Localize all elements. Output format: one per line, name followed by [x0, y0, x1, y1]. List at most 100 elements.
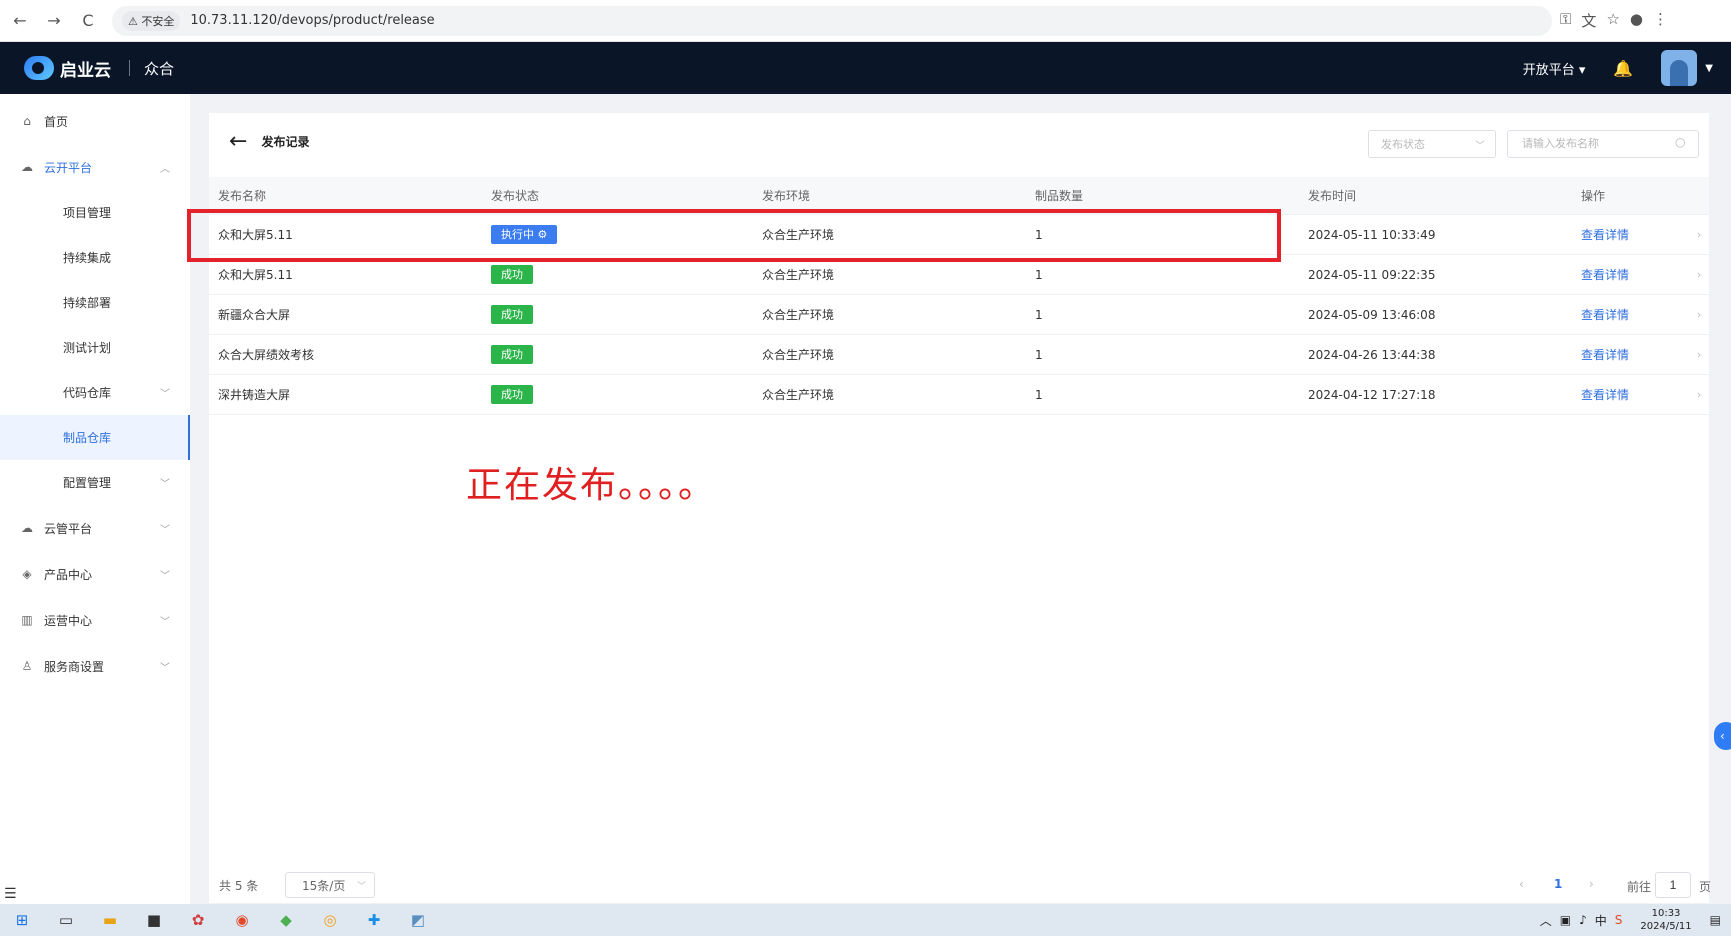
notification-icon[interactable]: ▤: [1710, 913, 1721, 927]
app-icon[interactable]: ◎: [308, 904, 352, 936]
volume-icon[interactable]: ♪: [1579, 913, 1587, 927]
brand-logo[interactable]: 启业云: [24, 56, 111, 81]
release-name: 众合大屏绩效考核: [218, 348, 315, 362]
browser-actions: ⚿ 文 ☆ ● ⋮: [1560, 10, 1668, 31]
release-time: 2024-04-26 13:44:38: [1308, 347, 1436, 362]
sidebar-item-label: 云开平台: [44, 160, 93, 175]
status-badge: 成功: [491, 385, 533, 404]
page-header: ← 发布记录: [229, 129, 309, 154]
menu-dots-icon[interactable]: ⋮: [1653, 10, 1668, 31]
app-icon[interactable]: ◆: [264, 904, 308, 936]
sidebar-item-cloud-manage[interactable]: ☁ 云管平台 ﹀: [0, 505, 190, 551]
sidebar-item-test-plan[interactable]: 测试计划: [0, 325, 190, 370]
sidebar-item-home[interactable]: ⌂ 首页: [0, 98, 190, 144]
table-row[interactable]: 深井铸造大屏 成功 众合生产环境 1 2024-04-12 17:27:18 查…: [209, 375, 1709, 415]
cloud-manage-icon: ☁: [21, 521, 33, 535]
tray-expand-icon[interactable]: ︿: [1540, 912, 1552, 929]
file-explorer-icon[interactable]: ▬: [88, 904, 132, 936]
status-badge-success: 成功: [491, 385, 533, 404]
status-filter-select[interactable]: 发布状态 ﹀: [1368, 130, 1496, 158]
windows-taskbar: ⊞ ▭ ▬ ■ ✿ ◉ ◆ ◎ ✚ ◩ ︿ ▣ ♪ 中 S 10:33 2024…: [0, 904, 1731, 936]
clock[interactable]: 10:33 2024/5/11: [1640, 907, 1691, 933]
page-number[interactable]: 1: [1554, 877, 1562, 891]
sidebar-item-provider[interactable]: ♙ 服务商设置 ﹀: [0, 643, 190, 689]
network-icon[interactable]: ▣: [1560, 913, 1571, 927]
cloud-icon: ☁: [21, 160, 33, 174]
avatar-dropdown-icon[interactable]: ▼: [1705, 63, 1713, 74]
column-header: 发布时间: [1308, 189, 1357, 203]
chevron-right-icon[interactable]: ›: [1697, 268, 1701, 281]
reload-icon[interactable]: C: [74, 7, 102, 35]
chevron-right-icon[interactable]: ›: [1697, 388, 1701, 401]
app-icon[interactable]: ◩: [396, 904, 440, 936]
table-row[interactable]: 众和大屏5.11 成功 众合生产环境 1 2024-05-11 09:22:35…: [209, 255, 1709, 295]
sidebar-item-product[interactable]: ◈ 产品中心 ﹀: [0, 551, 190, 597]
sidebar-item-artifact-repo[interactable]: 制品仓库: [0, 415, 190, 460]
release-env: 众合生产环境: [762, 308, 835, 322]
sidebar-item-operations[interactable]: ▥ 运营中心 ﹀: [0, 597, 190, 643]
profile-icon[interactable]: ●: [1630, 10, 1643, 31]
view-details-link[interactable]: 查看详情: [1581, 306, 1629, 323]
artifact-count: 1: [1035, 267, 1043, 282]
chevron-down-icon: ﹀: [160, 479, 170, 490]
sidebar-item-code-repo[interactable]: 代码仓库 ﹀: [0, 370, 190, 415]
app-icon[interactable]: ✿: [176, 904, 220, 936]
table-row[interactable]: 众合大屏绩效考核 成功 众合生产环境 1 2024-04-26 13:44:38…: [209, 335, 1709, 375]
bookmark-star-icon[interactable]: ☆: [1606, 10, 1619, 31]
task-view-icon[interactable]: ▭: [44, 904, 88, 936]
collapse-menu-icon[interactable]: ☰: [4, 886, 17, 902]
status-filter-placeholder: 发布状态: [1381, 138, 1425, 151]
terminal-icon[interactable]: ■: [132, 904, 176, 936]
search-icon[interactable]: ○: [1675, 135, 1685, 149]
sidebar-item-cloud-dev[interactable]: ☁ 云开平台 ︿: [0, 144, 190, 190]
forward-icon[interactable]: →: [40, 7, 68, 35]
app-name: 众合: [144, 59, 175, 78]
sidebar-item-project[interactable]: 项目管理: [0, 190, 190, 235]
chevron-up-icon: ︿: [160, 163, 170, 175]
back-icon[interactable]: ←: [6, 7, 34, 35]
sidebar-item-cd[interactable]: 持续部署: [0, 280, 190, 325]
security-warning[interactable]: ⚠ 不安全: [122, 10, 181, 31]
translate-icon[interactable]: 文: [1581, 10, 1596, 31]
sidebar-item-label: 云管平台: [44, 521, 93, 536]
release-env: 众合生产环境: [762, 388, 835, 402]
release-time: 2024-05-11 09:22:35: [1308, 267, 1436, 282]
column-header: 操作: [1581, 189, 1606, 203]
url-text: 10.73.11.120/devops/product/release: [190, 13, 435, 28]
chevron-down-icon: ﹀: [160, 616, 170, 628]
windows-start-icon[interactable]: ⊞: [0, 904, 44, 936]
sidebar-item-ci[interactable]: 持续集成: [0, 235, 190, 280]
app-icon[interactable]: ✚: [352, 904, 396, 936]
clock-time: 10:33: [1651, 908, 1681, 919]
table-row[interactable]: 新疆众合大屏 成功 众合生产环境 1 2024-05-09 13:46:08 查…: [209, 295, 1709, 335]
view-details-link[interactable]: 查看详情: [1581, 226, 1629, 243]
header-divider: [129, 60, 130, 76]
back-arrow-icon[interactable]: ←: [229, 129, 247, 154]
system-tray: ︿ ▣ ♪ 中 S 10:33 2024/5/11 ▤: [1540, 907, 1721, 933]
table-row[interactable]: 众和大屏5.11 执行中 ⚙ 众合生产环境 1 2024-05-11 10:33…: [209, 215, 1709, 255]
chrome-icon[interactable]: ◉: [220, 904, 264, 936]
key-icon[interactable]: ⚿: [1560, 10, 1571, 31]
search-input[interactable]: [1507, 130, 1699, 158]
release-table: 发布名称 发布状态 发布环境 制品数量 发布时间 操作 众和大屏5.11 执行中…: [209, 177, 1709, 415]
chevron-right-icon[interactable]: ›: [1697, 348, 1701, 361]
platform-menu[interactable]: 开放平台 ▾: [1523, 59, 1586, 78]
bell-icon[interactable]: 🔔: [1613, 59, 1633, 78]
prev-page-icon[interactable]: ‹: [1519, 877, 1524, 891]
side-collapse-button[interactable]: ‹: [1714, 722, 1731, 750]
sidebar-item-label: 持续集成: [63, 251, 112, 265]
view-details-link[interactable]: 查看详情: [1581, 386, 1629, 403]
chevron-right-icon[interactable]: ›: [1697, 308, 1701, 321]
goto-page-input[interactable]: [1655, 872, 1691, 898]
view-details-link[interactable]: 查看详情: [1581, 346, 1629, 363]
page-size-select[interactable]: 15条/页 ﹀: [285, 872, 375, 898]
avatar[interactable]: [1661, 50, 1698, 86]
next-page-icon[interactable]: ›: [1589, 877, 1594, 891]
column-header: 发布环境: [762, 189, 811, 203]
ime-icon[interactable]: 中: [1595, 912, 1607, 929]
view-details-link[interactable]: 查看详情: [1581, 266, 1629, 283]
address-bar[interactable]: ⚠ 不安全 10.73.11.120/devops/product/releas…: [112, 5, 1552, 36]
app-tray-icon[interactable]: S: [1615, 913, 1623, 927]
sidebar-item-config[interactable]: 配置管理 ﹀: [0, 460, 190, 505]
chevron-right-icon[interactable]: ›: [1697, 228, 1701, 241]
